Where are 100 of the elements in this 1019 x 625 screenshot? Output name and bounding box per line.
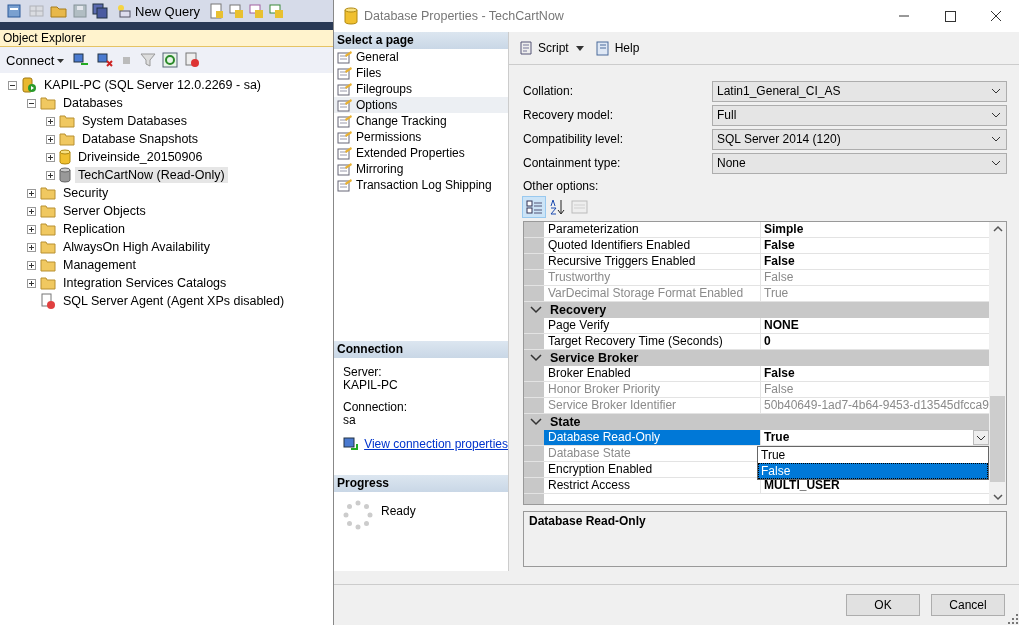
property-value: True	[764, 286, 789, 301]
property-name[interactable]: Quoted Identifiers Enabled	[544, 238, 761, 253]
tree-item[interactable]: Security	[60, 185, 112, 201]
expand-icon[interactable]	[27, 224, 36, 234]
property-value: True	[764, 430, 790, 445]
help-button[interactable]: Help	[591, 38, 643, 58]
tree-item[interactable]: Management	[60, 257, 139, 273]
chevron-down-icon[interactable]	[991, 136, 1001, 142]
activity-monitor-icon[interactable]	[184, 52, 201, 68]
expand-icon[interactable]	[27, 242, 36, 252]
page-icon	[337, 146, 353, 160]
progress-spinner-icon	[343, 500, 373, 530]
property-value: NONE	[764, 318, 799, 333]
tree-item[interactable]: Databases	[60, 95, 126, 111]
sort-alphabetical-icon[interactable]	[547, 197, 567, 217]
database-icon	[59, 149, 71, 165]
page-item[interactable]: Transaction Log Shipping	[334, 177, 508, 193]
section-header: Progress	[334, 475, 508, 492]
page-icon	[337, 66, 353, 80]
dropdown-option[interactable]: False	[758, 463, 988, 479]
new-project-icon[interactable]	[6, 3, 24, 19]
chevron-down-icon[interactable]	[991, 112, 1001, 118]
expand-icon[interactable]	[27, 206, 36, 216]
dropdown-button-icon[interactable]	[973, 430, 989, 445]
expand-icon[interactable]	[27, 278, 36, 288]
caret-icon[interactable]	[57, 58, 65, 64]
connection-properties-link[interactable]: View connection properties	[364, 437, 508, 451]
property-name[interactable]: Database Read-Only	[544, 430, 761, 445]
tree-item[interactable]: Database Snapshots	[79, 131, 202, 147]
property-value: False	[764, 254, 795, 269]
field-label: Recovery model:	[523, 108, 615, 122]
page-item[interactable]: Filegroups	[334, 81, 508, 97]
category-header: Recovery	[550, 302, 607, 317]
page-icon	[337, 114, 353, 128]
save-all-icon[interactable]	[92, 3, 108, 19]
tree-item[interactable]: AlwaysOn High Availability	[60, 239, 214, 255]
collapse-icon[interactable]	[27, 98, 36, 108]
folder-icon	[40, 96, 56, 110]
page-item[interactable]: Files	[334, 65, 508, 81]
dropdown-field[interactable]: Full	[712, 104, 1007, 126]
scrollbar-thumb[interactable]	[990, 396, 1005, 482]
connect-button[interactable]: Connect	[4, 52, 67, 68]
tree-item[interactable]: TechCartNow (Read-Only)	[75, 167, 228, 183]
cancel-button[interactable]: Cancel	[931, 594, 1005, 616]
connect-icon[interactable]	[72, 52, 91, 68]
property-name[interactable]: Target Recovery Time (Seconds)	[544, 334, 761, 349]
tree-item[interactable]: Server Objects	[60, 203, 149, 219]
tree-item[interactable]: Replication	[60, 221, 128, 237]
disconnect-icon[interactable]	[96, 52, 115, 68]
expand-icon[interactable]	[46, 116, 55, 126]
chevron-down-icon[interactable]	[991, 88, 1001, 94]
panel-title: Object Explorer	[0, 30, 333, 47]
tree-item[interactable]: KAPIL-PC (SQL Server 12.0.2269 - sa)	[41, 77, 264, 93]
collapse-icon[interactable]	[530, 416, 542, 427]
page-item[interactable]: Mirroring	[334, 161, 508, 177]
page-icon	[337, 162, 353, 176]
dropdown-field[interactable]: None	[712, 152, 1007, 174]
ok-button[interactable]: OK	[846, 594, 920, 616]
page-item[interactable]: Permissions	[334, 129, 508, 145]
tree-item[interactable]: SQL Server Agent (Agent XPs disabled)	[60, 293, 288, 309]
collapse-icon[interactable]	[530, 304, 542, 315]
folder-icon	[40, 204, 56, 218]
property-value: False	[764, 238, 795, 253]
folder-icon	[59, 114, 75, 128]
property-value: 0	[764, 334, 771, 349]
expand-icon[interactable]	[46, 170, 55, 180]
tree-item[interactable]: Integration Services Catalogs	[60, 275, 230, 291]
refresh-icon[interactable]	[162, 52, 179, 68]
tree-item[interactable]: Driveinside_20150906	[75, 149, 206, 165]
dropdown-field[interactable]: Latin1_General_CI_AS	[712, 80, 1007, 102]
collapse-icon[interactable]	[530, 352, 542, 363]
expand-icon[interactable]	[27, 188, 36, 198]
field-label: Compatibility level:	[523, 132, 625, 146]
page-item[interactable]: General	[334, 49, 508, 65]
collapse-icon[interactable]	[8, 80, 17, 90]
page-item[interactable]: Options	[334, 97, 508, 113]
tree-item[interactable]: System Databases	[79, 113, 190, 129]
dropdown-option[interactable]: True	[758, 447, 988, 463]
new-query-icon	[116, 3, 132, 19]
property-name[interactable]: Recursive Triggers Enabled	[544, 254, 761, 269]
expand-icon[interactable]	[46, 152, 55, 162]
expand-icon[interactable]	[27, 260, 36, 270]
folder-icon	[59, 132, 75, 146]
dropdown-field[interactable]: SQL Server 2014 (120)	[712, 128, 1007, 150]
folder-icon	[40, 186, 56, 200]
property-name[interactable]: Parameterization	[544, 222, 761, 237]
connection-label: Connection:	[343, 401, 409, 414]
page-item[interactable]: Extended Properties	[334, 145, 508, 161]
page-item[interactable]: Change Tracking	[334, 113, 508, 129]
script-button[interactable]: Script	[515, 38, 572, 58]
property-value: False	[764, 270, 794, 285]
other-options-label: Other options:	[523, 179, 600, 195]
page-icon	[337, 50, 353, 64]
chevron-down-icon[interactable]	[991, 160, 1001, 166]
expand-icon[interactable]	[46, 134, 55, 144]
property-name[interactable]: Page Verify	[544, 318, 761, 333]
folder-icon	[40, 240, 56, 254]
property-name[interactable]: Broker Enabled	[544, 366, 761, 381]
resize-grip-icon[interactable]	[1008, 614, 1018, 624]
categorized-icon[interactable]	[523, 197, 545, 217]
